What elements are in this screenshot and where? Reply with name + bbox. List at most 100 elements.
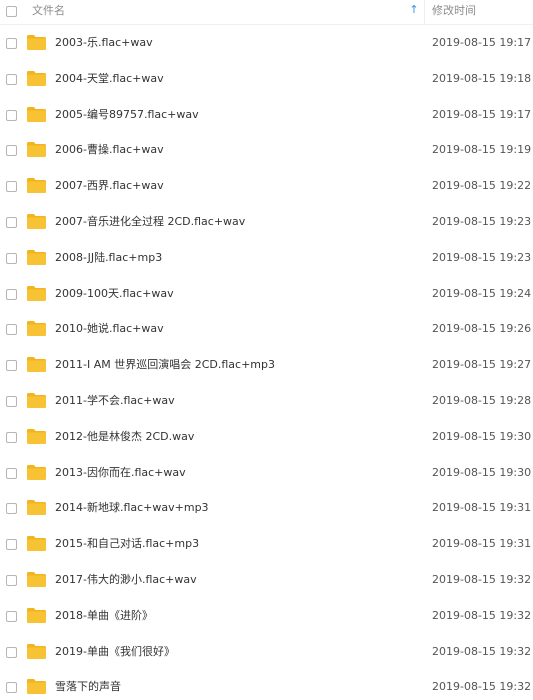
file-name[interactable]: 2010-她说.flac+wav [55, 322, 164, 336]
folder-icon[interactable] [27, 428, 46, 444]
row-checkbox[interactable] [6, 73, 17, 85]
file-name[interactable]: 2007-西界.flac+wav [55, 179, 164, 193]
file-row[interactable]: 2005-编号89757.flac+wav 2019-08-15 19:17 [0, 97, 533, 133]
row-checkbox[interactable] [6, 682, 17, 694]
file-row[interactable]: 2008-JJ陆.flac+mp3 2019-08-15 19:23 [0, 240, 533, 276]
file-row[interactable]: 2017-伟大的渺小.flac+wav 2019-08-15 19:32 [0, 562, 533, 598]
folder-icon[interactable] [27, 106, 46, 122]
file-row[interactable]: 2009-100天.flac+wav 2019-08-15 19:24 [0, 276, 533, 312]
row-checkbox[interactable] [6, 539, 17, 551]
folder-icon[interactable] [27, 607, 46, 623]
column-header-modified-time[interactable]: 修改时间 [432, 4, 476, 18]
modified-time: 2019-08-15 19:22 [432, 179, 532, 193]
folder-icon[interactable] [27, 35, 46, 50]
folder-icon[interactable] [27, 500, 46, 516]
row-checkbox[interactable] [6, 252, 17, 264]
column-divider[interactable] [424, 0, 425, 24]
file-row[interactable]: 2019-单曲《我们很好》 2019-08-15 19:32 [0, 634, 533, 670]
file-row[interactable]: 2006-曹操.flac+wav 2019-08-15 19:19 [0, 132, 533, 168]
modified-time: 2019-08-15 19:28 [432, 393, 532, 407]
folder-icon[interactable] [27, 285, 46, 301]
modified-time: 2019-08-15 19:24 [432, 286, 532, 300]
folder-icon[interactable] [27, 392, 46, 408]
file-name[interactable]: 2012-他是林俊杰 2CD.wav [55, 430, 194, 444]
modified-time: 2019-08-15 19:31 [432, 537, 532, 551]
row-checkbox[interactable] [6, 145, 17, 157]
row-checkbox[interactable] [6, 288, 17, 300]
folder-icon[interactable] [27, 213, 46, 229]
file-row[interactable]: 2013-因你而在.flac+wav 2019-08-15 19:30 [0, 455, 533, 491]
row-checkbox[interactable] [6, 395, 17, 407]
row-checkbox[interactable] [6, 109, 17, 121]
file-name[interactable]: 2013-因你而在.flac+wav [55, 466, 186, 480]
row-checkbox[interactable] [6, 38, 17, 49]
row-checkbox[interactable] [6, 216, 17, 228]
row-checkbox[interactable] [6, 646, 17, 658]
modified-time: 2019-08-15 19:32 [432, 608, 532, 622]
file-name[interactable]: 2019-单曲《我们很好》 [55, 645, 175, 659]
modified-time: 2019-08-15 19:23 [432, 250, 532, 264]
folder-icon[interactable] [27, 679, 46, 695]
file-row[interactable]: 2007-西界.flac+wav 2019-08-15 19:22 [0, 168, 533, 204]
column-header-filename[interactable]: 文件名 [32, 4, 65, 18]
file-name[interactable]: 雪落下的声音 [55, 680, 121, 694]
folder-icon[interactable] [27, 571, 46, 587]
file-name[interactable]: 2008-JJ陆.flac+mp3 [55, 251, 162, 265]
file-name[interactable]: 2018-单曲《进阶》 [55, 609, 153, 623]
file-name[interactable]: 2004-天堂.flac+wav [55, 72, 164, 86]
modified-time: 2019-08-15 19:18 [432, 71, 532, 85]
file-row[interactable]: 2011-学不会.flac+wav 2019-08-15 19:28 [0, 383, 533, 419]
folder-icon[interactable] [27, 643, 46, 659]
file-name[interactable]: 2006-曹操.flac+wav [55, 143, 164, 157]
modified-time: 2019-08-15 19:30 [432, 465, 532, 479]
folder-icon[interactable] [27, 464, 46, 480]
row-checkbox[interactable] [6, 503, 17, 515]
file-name[interactable]: 2014-新地球.flac+wav+mp3 [55, 501, 209, 515]
modified-time: 2019-08-15 19:31 [432, 501, 532, 515]
modified-time: 2019-08-15 19:23 [432, 214, 532, 228]
file-row[interactable]: 2018-单曲《进阶》 2019-08-15 19:32 [0, 598, 533, 634]
modified-time: 2019-08-15 19:32 [432, 644, 532, 658]
file-name[interactable]: 2009-100天.flac+wav [55, 287, 174, 301]
file-row[interactable]: 2007-音乐进化全过程 2CD.flac+wav 2019-08-15 19:2… [0, 204, 533, 240]
file-list: 文件名 ↑ 修改时间 2003-乐.flac+wav 2019-08-15 19:… [0, 0, 533, 700]
file-name[interactable]: 2003-乐.flac+wav [55, 36, 153, 50]
modified-time: 2019-08-15 19:26 [432, 322, 532, 336]
file-name[interactable]: 2011-学不会.flac+wav [55, 394, 175, 408]
folder-icon[interactable] [27, 178, 46, 194]
row-checkbox[interactable] [6, 610, 17, 622]
file-name[interactable]: 2005-编号89757.flac+wav [55, 108, 199, 122]
row-checkbox[interactable] [6, 324, 17, 336]
folder-icon[interactable] [27, 142, 46, 158]
row-checkbox[interactable] [6, 574, 17, 586]
select-all-checkbox[interactable] [6, 6, 17, 17]
modified-time: 2019-08-15 19:17 [432, 36, 532, 49]
modified-time: 2019-08-15 19:32 [432, 680, 532, 694]
file-row[interactable]: 雪落下的声音 2019-08-15 19:32 [0, 669, 533, 700]
folder-icon[interactable] [27, 536, 46, 552]
modified-time: 2019-08-15 19:19 [432, 143, 532, 157]
file-row[interactable]: 2015-和自己对话.flac+mp3 2019-08-15 19:31 [0, 526, 533, 562]
row-checkbox[interactable] [6, 431, 17, 443]
folder-icon[interactable] [27, 321, 46, 337]
file-row[interactable]: 2003-乐.flac+wav 2019-08-15 19:17 [0, 25, 533, 61]
file-row[interactable]: 2010-她说.flac+wav 2019-08-15 19:26 [0, 311, 533, 347]
file-row[interactable]: 2014-新地球.flac+wav+mp3 2019-08-15 19:31 [0, 490, 533, 526]
modified-time: 2019-08-15 19:30 [432, 429, 532, 443]
modified-time: 2019-08-15 19:32 [432, 572, 532, 586]
file-name[interactable]: 2007-音乐进化全过程 2CD.flac+wav [55, 215, 245, 229]
row-checkbox[interactable] [6, 467, 17, 479]
file-name[interactable]: 2017-伟大的渺小.flac+wav [55, 573, 197, 587]
folder-icon[interactable] [27, 357, 46, 373]
file-name[interactable]: 2011-I AM 世界巡回演唱会 2CD.flac+mp3 [55, 358, 275, 372]
file-row[interactable]: 2004-天堂.flac+wav 2019-08-15 19:18 [0, 61, 533, 97]
row-checkbox[interactable] [6, 360, 17, 372]
folder-icon[interactable] [27, 249, 46, 265]
sort-ascending-arrow-icon[interactable]: ↑ [409, 3, 419, 17]
file-row[interactable]: 2012-他是林俊杰 2CD.wav 2019-08-15 19:30 [0, 419, 533, 455]
file-name[interactable]: 2015-和自己对话.flac+mp3 [55, 537, 199, 551]
list-header: 文件名 ↑ 修改时间 [0, 0, 533, 25]
file-row[interactable]: 2011-I AM 世界巡回演唱会 2CD.flac+mp3 2019-08-15… [0, 347, 533, 383]
folder-icon[interactable] [27, 70, 46, 86]
row-checkbox[interactable] [6, 181, 17, 193]
